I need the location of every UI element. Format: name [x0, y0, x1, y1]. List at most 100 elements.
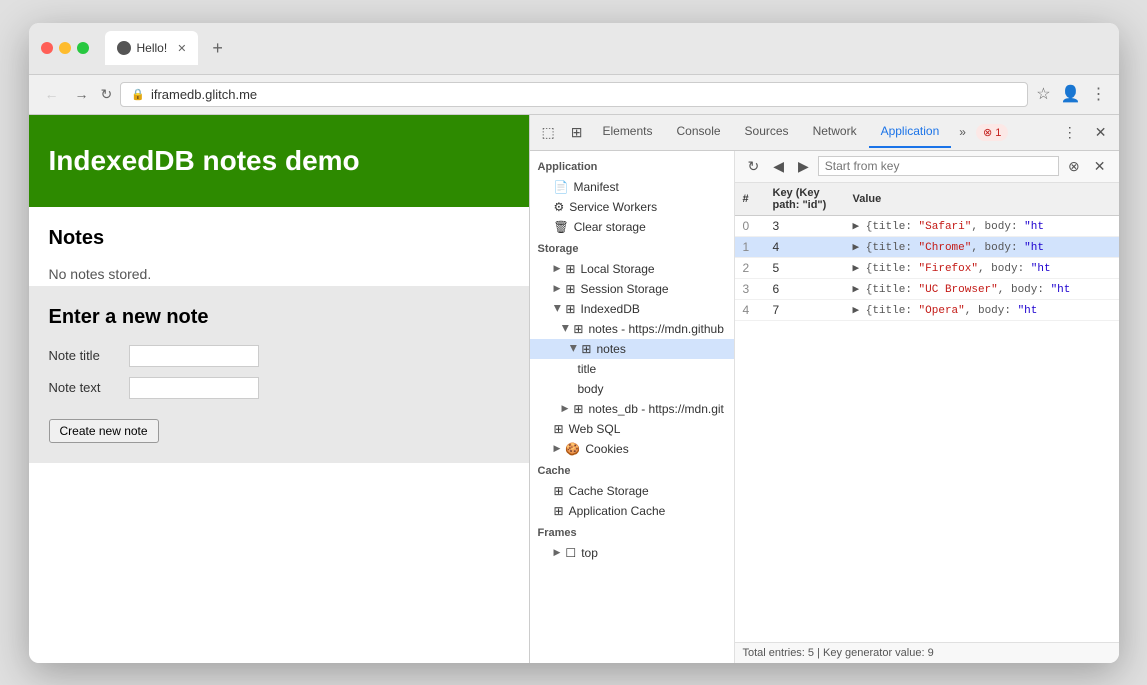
minimize-button[interactable] [59, 42, 71, 54]
maximize-button[interactable] [77, 42, 89, 54]
address-actions: ☆ 👤 ⋮ [1036, 84, 1106, 104]
new-tab-button[interactable]: + [206, 36, 229, 61]
tab-close-button[interactable]: ✕ [177, 42, 186, 55]
sidebar-item-web-sql[interactable]: ⊞ Web SQL [530, 419, 734, 439]
col-header-key: Key (Key path: "id") [765, 183, 845, 216]
tab-application[interactable]: Application [869, 116, 952, 148]
cell-index: 0 [735, 215, 765, 236]
sidebar-item-cache-storage[interactable]: ⊞ Cache Storage [530, 481, 734, 501]
new-note-heading: Enter a new note [49, 306, 509, 329]
sidebar-item-clear-storage[interactable]: 🗑 Clear storage [530, 217, 734, 237]
create-note-button[interactable]: Create new note [49, 419, 159, 443]
devtools-sidebar: Application 📄 Manifest ⚙ Service Workers… [530, 151, 735, 663]
web-sql-label: Web SQL [569, 422, 621, 436]
tab-elements[interactable]: Elements [590, 116, 664, 148]
cell-key: 3 [765, 215, 845, 236]
account-icon[interactable]: 👤 [1061, 84, 1081, 104]
table-row[interactable]: 1 4 ▶ {title: "Chrome", body: "ht [735, 236, 1119, 257]
notes-section: Notes No notes stored. [49, 227, 509, 286]
sidebar-item-body-field[interactable]: body [530, 379, 734, 399]
error-count: 1 [995, 127, 1001, 139]
application-cache-label: Application Cache [569, 504, 666, 518]
sidebar-item-local-storage[interactable]: ▶ ⊞ Local Storage [530, 259, 734, 279]
notes-table-label: notes [596, 342, 625, 356]
menu-icon[interactable]: ⋮ [1091, 84, 1107, 104]
note-title-label: Note title [49, 348, 119, 363]
sidebar-item-manifest[interactable]: 📄 Manifest [530, 177, 734, 197]
indexeddb-icon: ⊞ [565, 302, 575, 316]
cookies-label: Cookies [585, 442, 628, 456]
cache-section-header: Cache [530, 459, 734, 481]
table-row[interactable]: 2 5 ▶ {title: "Firefox", body: "ht [735, 257, 1119, 278]
refresh-button[interactable]: ↻ [101, 86, 113, 103]
browser-tab[interactable]: Hello! ✕ [105, 31, 199, 65]
cache-storage-label: Cache Storage [569, 484, 649, 498]
cell-index: 1 [735, 236, 765, 257]
top-expand-icon: ▶ [554, 547, 561, 558]
session-storage-icon: ⊞ [565, 282, 575, 296]
delete-entry-button[interactable]: ✕ [1089, 155, 1111, 178]
status-bar: Total entries: 5 | Key generator value: … [735, 642, 1119, 663]
sidebar-item-application-cache[interactable]: ⊞ Application Cache [530, 501, 734, 521]
sidebar-item-session-storage[interactable]: ▶ ⊞ Session Storage [530, 279, 734, 299]
sidebar-item-notes-table[interactable]: ▶ ⊞ notes [530, 339, 734, 359]
prev-button[interactable]: ◀ [768, 155, 789, 178]
devtools-close-button[interactable]: ✕ [1087, 120, 1115, 145]
application-cache-icon: ⊞ [554, 504, 564, 518]
lock-icon: 🔒 [131, 88, 145, 101]
sidebar-item-service-workers[interactable]: ⚙ Service Workers [530, 197, 734, 217]
device-icon[interactable]: ⊞ [563, 120, 591, 145]
bookmark-icon[interactable]: ☆ [1036, 84, 1050, 104]
page-body: Notes No notes stored. Enter a new note … [29, 207, 529, 463]
cell-value: ▶ {title: "Firefox", body: "ht [845, 257, 1119, 278]
forward-button[interactable]: → [71, 82, 93, 106]
note-text-input[interactable] [129, 377, 259, 399]
tab-console[interactable]: Console [665, 116, 733, 148]
frames-section-header: Frames [530, 521, 734, 543]
close-button[interactable] [41, 42, 53, 54]
data-toolbar: ↻ ◀ ▶ ⊗ ✕ [735, 151, 1119, 183]
more-tabs-icon[interactable]: » [951, 121, 974, 143]
tab-sources[interactable]: Sources [733, 116, 801, 148]
cell-key: 6 [765, 278, 845, 299]
no-notes-text: No notes stored. [49, 262, 509, 286]
tab-network[interactable]: Network [801, 116, 869, 148]
sidebar-item-title-field[interactable]: title [530, 359, 734, 379]
clear-storage-icon: 🗑 [554, 220, 569, 234]
sidebar-item-top[interactable]: ▶ ☐ top [530, 543, 734, 563]
manifest-label: Manifest [573, 180, 618, 194]
cell-value: ▶ {title: "UC Browser", body: "ht [845, 278, 1119, 299]
devtools-menu-button[interactable]: ⋮ [1055, 120, 1085, 145]
session-storage-label: Session Storage [580, 282, 668, 296]
refresh-data-button[interactable]: ↻ [743, 155, 765, 178]
inspect-icon[interactable]: ⬚ [534, 120, 563, 145]
table-body: 0 3 ▶ {title: "Safari", body: "ht 1 4 ▶ … [735, 215, 1119, 320]
tab-favicon [117, 41, 131, 55]
devtools-body: Application 📄 Manifest ⚙ Service Workers… [530, 151, 1119, 663]
sidebar-item-indexeddb[interactable]: ▶ ⊞ IndexedDB [530, 299, 734, 319]
next-button[interactable]: ▶ [793, 155, 814, 178]
table-row[interactable]: 3 6 ▶ {title: "UC Browser", body: "ht [735, 278, 1119, 299]
back-button[interactable]: ← [41, 82, 63, 106]
start-from-key-input[interactable] [818, 156, 1059, 176]
sidebar-item-notes-db2[interactable]: ▶ ⊞ notes_db - https://mdn.git [530, 399, 734, 419]
notes-heading: Notes [49, 227, 509, 250]
url-bar[interactable]: 🔒 iframedb.glitch.me [120, 82, 1028, 107]
new-note-section: Enter a new note Note title Note text Cr… [29, 286, 529, 463]
table-row[interactable]: 4 7 ▶ {title: "Opera", body: "ht [735, 299, 1119, 320]
service-workers-icon: ⚙ [554, 200, 565, 214]
sidebar-item-notes-db[interactable]: ▶ ⊞ notes - https://mdn.github [530, 319, 734, 339]
notes-db-icon: ⊞ [573, 322, 583, 336]
cell-key: 4 [765, 236, 845, 257]
indexeddb-table: # Key (Key path: "id") Value 0 3 ▶ {titl… [735, 183, 1119, 321]
notes-db-expand-icon: ▶ [559, 325, 570, 332]
indexeddb-expand-icon: ▶ [551, 305, 562, 312]
page-title: IndexedDB notes demo [49, 145, 509, 177]
cell-index: 4 [735, 299, 765, 320]
col-header-hash: # [735, 183, 765, 216]
table-row[interactable]: 0 3 ▶ {title: "Safari", body: "ht [735, 215, 1119, 236]
clear-key-button[interactable]: ⊗ [1063, 155, 1085, 178]
browser-window: Hello! ✕ + ← → ↻ 🔒 iframedb.glitch.me ☆ … [29, 23, 1119, 663]
note-title-input[interactable] [129, 345, 259, 367]
sidebar-item-cookies[interactable]: ▶ 🍪 Cookies [530, 439, 734, 459]
